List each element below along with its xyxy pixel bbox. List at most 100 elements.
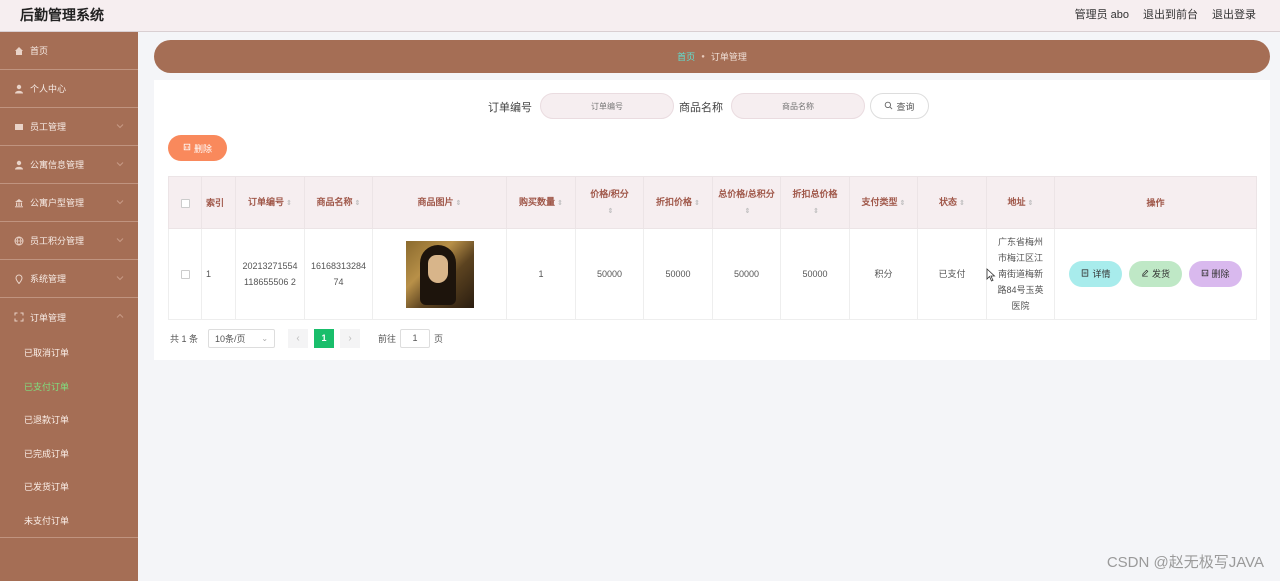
page-size-select[interactable]: 10条/页 ⌄ [208,328,276,348]
col-status[interactable]: 状态 ⇕ [917,176,987,229]
edit-icon [1141,266,1149,282]
ship-button[interactable]: 发货 [1129,261,1182,287]
sidebar-item-label: 个人中心 [30,84,67,94]
submenu-cancelled-orders[interactable]: 已取消订单 [0,336,138,370]
sort-icon[interactable]: ⇕ [813,204,819,220]
user-icon [14,160,24,170]
sort-icon[interactable]: ⇕ [900,196,906,212]
sort-icon[interactable]: ⇕ [959,196,965,212]
sidebar-item-home[interactable]: 首页 [0,32,138,70]
col-quantity[interactable]: 购买数量 ⇕ [506,176,576,229]
col-product-image[interactable]: 商品图片 ⇕ [372,176,507,229]
page-suffix: 页 [434,333,444,344]
sort-icon[interactable]: ⇕ [745,204,751,220]
cell-order-no: 20213271554118655506 2 [235,228,305,320]
breadcrumb-home[interactable]: 首页 [677,50,695,63]
sidebar-item-label: 公寓户型管理 [30,198,85,208]
bank-icon [14,198,24,208]
search-icon [884,101,893,112]
col-product-name[interactable]: 商品名称 ⇕ [304,176,373,229]
col-discount-price[interactable]: 折扣价格 ⇕ [643,176,713,229]
cell-pay-type: 积分 [849,228,918,320]
search-button[interactable]: 查询 [870,93,929,119]
detail-button[interactable]: 详情 [1069,261,1123,287]
select-all-checkbox[interactable] [180,198,190,208]
cell-index: 1 [201,228,236,320]
col-address[interactable]: 地址 ⇕ [986,176,1055,229]
submenu-unpaid-orders[interactable]: 未支付订单 [0,504,138,538]
chevron-down-icon [116,160,124,168]
order-no-input[interactable] [540,93,674,119]
col-total-price-points[interactable]: 总价格/总积分⇕ [712,176,781,229]
sidebar-item-apartment-info[interactable]: 公寓信息管理 [0,146,138,184]
product-name-input[interactable] [731,93,865,119]
submenu-completed-orders[interactable]: 已完成订单 [0,437,138,471]
breadcrumb: 首页 ● 订单管理 [154,40,1270,73]
app-title: 后勤管理系统 [20,7,104,23]
sidebar-item-staff[interactable]: 员工管理 [0,108,138,146]
order-no-label: 订单编号 [488,102,532,114]
prev-page-button[interactable]: ‹ [288,328,309,348]
logout-link[interactable]: 退出登录 [1212,6,1256,22]
sort-icon[interactable]: ⇕ [1028,196,1034,212]
goto-page-input[interactable]: 1 [400,328,431,348]
breadcrumb-separator: ● [701,53,705,60]
cell-product-name: 1616831328474 [304,228,373,320]
sidebar-item-label: 员工管理 [30,122,67,132]
product-image [405,240,474,308]
user-icon [14,84,24,94]
message-icon [14,122,24,132]
exit-to-front-link[interactable]: 退出到前台 [1143,6,1198,22]
product-name-label: 商品名称 [679,102,723,114]
next-page-button[interactable]: › [340,328,361,348]
col-price-points[interactable]: 价格/积分 ⇕ [575,176,644,229]
cell-address: 广东省梅州市梅江区江南街道梅新路84号玉英医院 [986,228,1055,320]
cell-product-image [372,228,507,320]
chevron-down-icon [116,236,124,244]
sidebar-item-staff-points[interactable]: 员工积分管理 [0,222,138,260]
sidebar-item-personal[interactable]: 个人中心 [0,70,138,108]
cell-price-points: 50000 [575,228,644,320]
sidebar: 首页 个人中心 员工管理 公寓信息管理 公寓户型管理 员工积分管理 系统管理 订… [0,32,138,581]
submenu-paid-orders[interactable]: 已支付订单 [0,370,138,404]
table-header-row: 索引 订单编号 ⇕ 商品名称 ⇕ 商品图片 ⇕ 购买数量 ⇕ 价格/积分 ⇕ 折扣价格 ⇕ … [168,176,1257,229]
col-discount-total[interactable]: 折扣总价格 ⇕ [780,176,850,229]
total-count: 共 1 条 [170,333,199,344]
sort-icon[interactable]: ⇕ [608,204,614,220]
col-operation: 操作 [1054,176,1257,229]
sort-icon[interactable]: ⇕ [286,196,292,212]
sort-icon[interactable]: ⇕ [456,196,462,212]
orders-table: 索引 订单编号 ⇕ 商品名称 ⇕ 商品图片 ⇕ 购买数量 ⇕ 价格/积分 ⇕ 折扣价格 ⇕ … [168,176,1257,320]
sort-icon[interactable]: ⇕ [694,196,700,212]
cell-discount-price: 50000 [643,228,713,320]
page-1-button[interactable]: 1 [314,328,335,348]
cell-status: 已支付 [917,228,987,320]
orders-submenu: 已取消订单 已支付订单 已退款订单 已完成订单 已发货订单 未支付订单 [0,336,138,538]
row-delete-button[interactable]: 删除 [1188,261,1242,287]
watermark: CSDN @赵无极写JAVA [1106,554,1264,571]
search-button-label: 查询 [896,101,915,112]
chevron-down-icon: ⌄ [261,333,269,343]
header-nav: 管理员 abo 退出到前台 退出登录 [1075,6,1256,22]
col-pay-type[interactable]: 支付类型 ⇕ [849,176,918,229]
col-order-no[interactable]: 订单编号 ⇕ [235,176,305,229]
table-row: 1 20213271554118655506 2 1616831328474 1… [168,228,1257,320]
batch-delete-label: 删除 [193,143,212,154]
breadcrumb-current: 订单管理 [710,52,747,62]
sort-icon[interactable]: ⇕ [557,196,563,212]
sidebar-item-orders[interactable]: 订单管理 [0,298,138,336]
row-select-cell [168,228,202,320]
submenu-refunded-orders[interactable]: 已退款订单 [0,403,138,437]
row-checkbox[interactable] [180,270,190,280]
sidebar-item-label: 公寓信息管理 [30,160,85,170]
sidebar-item-system[interactable]: 系统管理 [0,260,138,298]
sidebar-item-apartment-type[interactable]: 公寓户型管理 [0,184,138,222]
sidebar-item-label: 订单管理 [30,312,67,323]
fullscreen-icon [14,312,24,322]
batch-delete-button[interactable]: 删除 [168,135,227,161]
location-icon [14,274,24,284]
search-form: 订单编号 商品名称 查询 [154,92,1270,120]
submenu-shipped-orders[interactable]: 已发货订单 [0,470,138,504]
sort-icon[interactable]: ⇕ [355,196,361,212]
cell-discount-total: 50000 [780,228,850,320]
